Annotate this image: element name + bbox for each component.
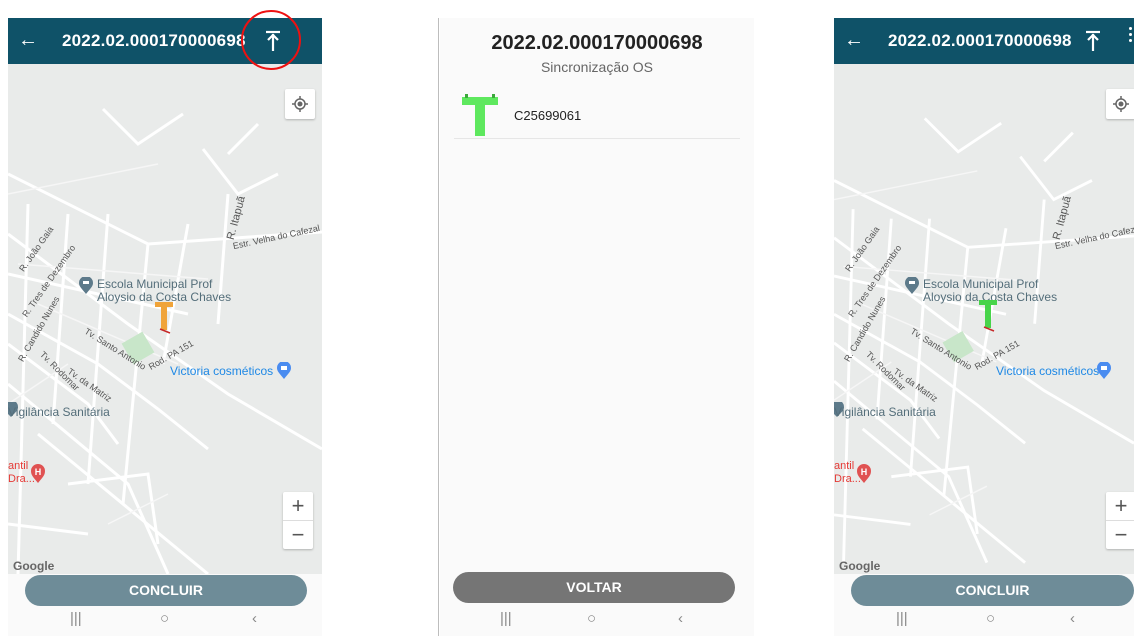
- poi-school-text: Chaves: [1013, 290, 1058, 304]
- app-bar-title: 2022.02.000170000698: [62, 31, 246, 50]
- android-nav-bar: ||| ○ ‹: [8, 602, 322, 636]
- zoom-controls: + −: [1106, 492, 1134, 549]
- android-nav-bar: ||| ○ ‹: [834, 602, 1134, 636]
- map-view[interactable]: R. Itapuã Estr. Velha do Cafezal R. João…: [834, 64, 1134, 574]
- phone-screen-sync: 2022.02.000170000698 Sincronização OS C2…: [440, 18, 754, 636]
- poi-health-label: Vigilância Sanitária: [8, 405, 110, 419]
- sync-upload-icon[interactable]: [1076, 24, 1110, 58]
- zoom-in-button[interactable]: +: [1106, 492, 1134, 520]
- zoom-controls: + −: [283, 492, 313, 549]
- utility-pole-marker-icon[interactable]: [154, 300, 174, 334]
- poi-school-text: Aloysio da: [97, 290, 156, 304]
- sync-subtitle: Sincronização OS: [540, 59, 654, 75]
- google-attribution: Google: [13, 559, 55, 573]
- poi-school-text: Aloysio da: [923, 290, 982, 304]
- zoom-in-button[interactable]: +: [283, 492, 313, 520]
- my-location-button[interactable]: [1106, 89, 1134, 119]
- nav-back-icon[interactable]: ‹: [678, 610, 683, 627]
- home-icon[interactable]: ○: [986, 610, 995, 627]
- app-bar: ← 2022.02.000170000698: [834, 18, 1134, 64]
- list-item-label: C25699061: [514, 108, 582, 123]
- home-icon[interactable]: ○: [587, 610, 596, 627]
- recent-apps-icon[interactable]: |||: [70, 610, 82, 627]
- nav-back-icon[interactable]: ‹: [252, 610, 257, 627]
- hospital-pin-icon: H: [31, 464, 45, 483]
- phone-screen-map-before: ← 2022.02.000170000698 R. Itapuã Estr. V…: [8, 18, 322, 636]
- utility-pole-marker-icon[interactable]: [978, 298, 998, 332]
- list-item[interactable]: C25699061: [454, 90, 740, 139]
- google-attribution: Google: [839, 559, 881, 573]
- zoom-out-button[interactable]: −: [283, 520, 313, 549]
- school-pin-icon: [79, 277, 93, 294]
- poi-store-label: Victoria cosméticos: [170, 364, 274, 378]
- poi-school-text: Chaves: [187, 290, 232, 304]
- back-arrow-icon[interactable]: ←: [844, 27, 864, 53]
- phone-screen-map-after: ← 2022.02.000170000698 R. Itapuã Estr. V…: [834, 18, 1134, 636]
- map-view[interactable]: R. Itapuã Estr. Velha do Cafezal R. João…: [8, 64, 322, 574]
- store-pin-icon: [277, 362, 291, 379]
- zoom-out-button[interactable]: −: [1106, 520, 1134, 549]
- school-pin-icon: [905, 277, 919, 294]
- screen-divider: [438, 18, 439, 636]
- highlight-circle: [241, 10, 301, 70]
- android-nav-bar: ||| ○ ‹: [440, 602, 754, 636]
- poi-health-label: Vigilância Sanitária: [834, 405, 936, 419]
- svg-text:H: H: [861, 467, 868, 477]
- app-bar-title: 2022.02.000170000698: [888, 31, 1072, 50]
- voltar-button[interactable]: VOLTAR: [453, 572, 735, 603]
- home-icon[interactable]: ○: [160, 610, 169, 627]
- store-pin-icon: [1097, 362, 1111, 379]
- more-vert-icon[interactable]: [1126, 24, 1134, 58]
- recent-apps-icon[interactable]: |||: [896, 610, 908, 627]
- utility-pole-icon: [462, 94, 498, 136]
- back-arrow-icon[interactable]: ←: [18, 27, 38, 53]
- my-location-icon: [292, 96, 308, 112]
- recent-apps-icon[interactable]: |||: [500, 610, 512, 627]
- poi-store-label: Victoria cosméticos: [996, 364, 1100, 378]
- hospital-pin-icon: H: [857, 464, 871, 483]
- sync-title: 2022.02.000170000698: [491, 32, 703, 54]
- my-location-button[interactable]: [285, 89, 315, 119]
- my-location-icon: [1113, 96, 1129, 112]
- svg-text:H: H: [35, 467, 42, 477]
- nav-back-icon[interactable]: ‹: [1070, 610, 1075, 627]
